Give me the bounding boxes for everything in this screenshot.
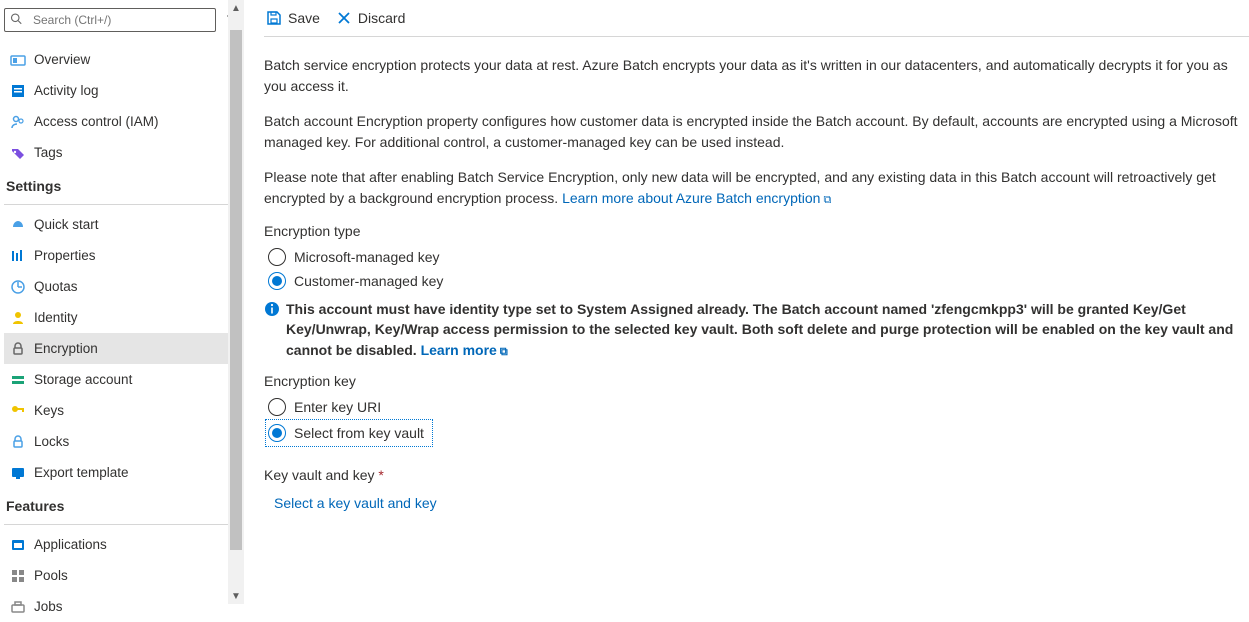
intro-paragraph-1: Batch service encryption protects your d…	[264, 55, 1247, 97]
keys-icon	[10, 403, 26, 419]
radio-microsoft-managed-key[interactable]: Microsoft-managed key	[264, 245, 1247, 269]
discard-label: Discard	[358, 10, 405, 26]
nav-label: Quick start	[34, 217, 99, 232]
sidebar-item-locks[interactable]: Locks	[4, 426, 240, 457]
discard-button[interactable]: Discard	[336, 10, 405, 26]
nav-label: Properties	[34, 248, 96, 263]
nav-label: Keys	[34, 403, 64, 418]
radio-icon	[268, 424, 286, 442]
storage-icon	[10, 372, 26, 388]
nav-label: Quotas	[34, 279, 78, 294]
nav-label: Identity	[34, 310, 78, 325]
radio-label: Enter key URI	[294, 399, 381, 415]
nav-label: Jobs	[34, 599, 63, 614]
sidebar-item-pools[interactable]: Pools	[4, 560, 240, 591]
sidebar-item-export-template[interactable]: Export template	[4, 457, 240, 488]
save-button[interactable]: Save	[266, 10, 320, 26]
sidebar-item-jobs[interactable]: Jobs	[4, 591, 240, 622]
radio-icon	[268, 248, 286, 266]
identity-icon	[10, 310, 26, 326]
radio-select-from-key-vault[interactable]: Select from key vault	[264, 419, 1247, 447]
nav-label: Storage account	[34, 372, 132, 387]
sidebar-group-features: Features	[4, 488, 240, 520]
sidebar-item-iam[interactable]: Access control (IAM)	[4, 106, 240, 137]
nav-label: Locks	[34, 434, 69, 449]
encryption-type-label: Encryption type	[264, 223, 1247, 239]
save-label: Save	[288, 10, 320, 26]
external-link-icon: ⧉	[500, 346, 508, 358]
nav-label: Pools	[34, 568, 68, 583]
tags-icon	[10, 145, 26, 161]
encryption-icon	[10, 341, 26, 357]
learn-more-encryption-link[interactable]: Learn more about Azure Batch encryption⧉	[562, 190, 831, 206]
select-key-vault-link[interactable]: Select a key vault and key	[264, 489, 437, 511]
sidebar-item-applications[interactable]: Applications	[4, 529, 240, 560]
jobs-icon	[10, 599, 26, 615]
info-icon	[264, 301, 280, 317]
activity-log-icon	[10, 83, 26, 99]
discard-icon	[336, 10, 352, 26]
nav-label: Encryption	[34, 341, 98, 356]
radio-icon	[268, 272, 286, 290]
search-icon	[10, 13, 22, 28]
search-box	[4, 8, 216, 32]
sidebar-group-settings: Settings	[4, 168, 240, 200]
export-icon	[10, 465, 26, 481]
main-content: Save Discard Batch service encryption pr…	[244, 0, 1249, 604]
quick-start-icon	[10, 217, 26, 233]
applications-icon	[10, 537, 26, 553]
required-asterisk: *	[378, 467, 383, 483]
encryption-key-label: Encryption key	[264, 373, 1247, 389]
pools-icon	[10, 568, 26, 584]
content-body: Batch service encryption protects your d…	[264, 37, 1249, 511]
nav-label: Overview	[34, 52, 90, 67]
scroll-thumb[interactable]	[230, 30, 242, 550]
iam-icon	[10, 114, 26, 130]
sidebar-item-quick-start[interactable]: Quick start	[4, 209, 240, 240]
sidebar-item-encryption[interactable]: Encryption	[4, 333, 240, 364]
external-link-icon: ⧉	[823, 194, 831, 206]
intro-paragraph-2: Batch account Encryption property config…	[264, 111, 1247, 153]
cmk-learn-more-link[interactable]: Learn more⧉	[421, 342, 508, 358]
info-text: This account must have identity type set…	[286, 299, 1247, 361]
sidebar: Overview Activity log Access control (IA…	[0, 0, 244, 604]
locks-icon	[10, 434, 26, 450]
radio-label: Select from key vault	[294, 425, 424, 441]
nav-label: Tags	[34, 145, 63, 160]
sidebar-scrollbar[interactable]: ▲ ▼	[228, 0, 244, 604]
nav-label: Access control (IAM)	[34, 114, 159, 129]
radio-label: Microsoft-managed key	[294, 249, 440, 265]
intro-paragraph-3: Please note that after enabling Batch Se…	[264, 167, 1247, 209]
search-input[interactable]	[4, 8, 216, 32]
radio-enter-key-uri[interactable]: Enter key URI	[264, 395, 1247, 419]
scroll-up-arrow[interactable]: ▲	[228, 0, 244, 16]
nav-label: Activity log	[34, 83, 99, 98]
radio-label: Customer-managed key	[294, 273, 443, 289]
cmk-info-banner: This account must have identity type set…	[264, 299, 1247, 361]
radio-customer-managed-key[interactable]: Customer-managed key	[264, 269, 1247, 293]
sidebar-item-keys[interactable]: Keys	[4, 395, 240, 426]
quotas-icon	[10, 279, 26, 295]
sidebar-item-identity[interactable]: Identity	[4, 302, 240, 333]
key-vault-and-key-label: Key vault and key *	[264, 467, 1247, 483]
nav-label: Applications	[34, 537, 107, 552]
toolbar: Save Discard	[264, 2, 1249, 37]
sidebar-item-quotas[interactable]: Quotas	[4, 271, 240, 302]
scroll-down-arrow[interactable]: ▼	[228, 588, 244, 604]
overview-icon	[10, 52, 26, 68]
sidebar-item-activity-log[interactable]: Activity log	[4, 75, 240, 106]
sidebar-item-storage-account[interactable]: Storage account	[4, 364, 240, 395]
radio-icon	[268, 398, 286, 416]
sidebar-item-tags[interactable]: Tags	[4, 137, 240, 168]
properties-icon	[10, 248, 26, 264]
save-icon	[266, 10, 282, 26]
sidebar-item-overview[interactable]: Overview	[4, 44, 240, 75]
sidebar-item-properties[interactable]: Properties	[4, 240, 240, 271]
nav-label: Export template	[34, 465, 129, 480]
